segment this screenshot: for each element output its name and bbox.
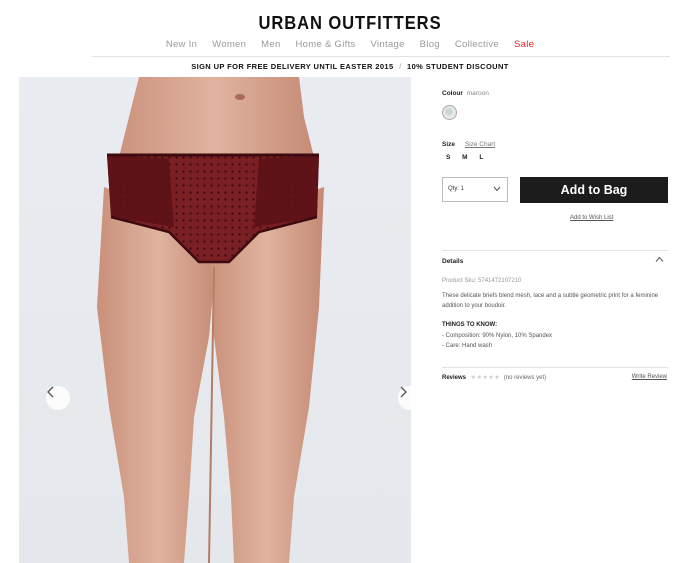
nav-divider <box>92 56 670 57</box>
nav-item-home-gifts[interactable]: Home & Gifts <box>296 39 356 50</box>
reviews-count: (no reviews yet) <box>503 375 547 381</box>
quantity-select[interactable]: Qty: 1 <box>442 177 508 202</box>
product-sku: Product Sku: 5741472107210 <box>442 278 522 284</box>
colour-value: maroon <box>466 90 489 97</box>
main-nav: New In Women Men Home & Gifts Vintage Bl… <box>0 39 700 50</box>
add-to-wishlist-link[interactable]: Add to Wish List <box>570 215 613 221</box>
write-review-link[interactable]: Write Review <box>632 374 667 380</box>
size-option-s[interactable]: S <box>446 154 450 161</box>
size-label: Size <box>442 141 456 148</box>
reviews-label: Reviews <box>442 375 467 381</box>
product-image[interactable] <box>19 77 411 563</box>
nav-item-sale[interactable]: Sale <box>514 39 534 50</box>
details-divider <box>442 250 668 251</box>
nav-item-collective[interactable]: Collective <box>455 39 499 50</box>
things-to-know-heading: THINGS TO KNOW: <box>442 322 498 328</box>
nav-item-blog[interactable]: Blog <box>420 39 440 50</box>
nav-item-vintage[interactable]: Vintage <box>371 39 405 50</box>
rating-stars-icon: ★★★★★ <box>470 375 501 381</box>
colour-swatch-maroon[interactable] <box>442 105 457 120</box>
site-logo[interactable]: URBAN OUTFITTERS <box>28 13 672 34</box>
nav-item-men[interactable]: Men <box>261 39 280 50</box>
nav-item-new-in[interactable]: New In <box>166 39 197 50</box>
product-panel: Colour maroon Size Size Chart S M L Qty:… <box>442 90 668 381</box>
chevron-right-icon <box>400 386 407 398</box>
prev-image-button[interactable] <box>46 386 70 410</box>
reviews-row: Reviews ★★★★★ (no reviews yet) Write Rev… <box>442 374 668 381</box>
size-chart-link[interactable]: Size Chart <box>465 141 495 148</box>
size-option-m[interactable]: M <box>462 154 467 161</box>
colour-row: Colour maroon <box>442 90 668 97</box>
quantity-value: Qty: 1 <box>448 186 465 192</box>
details-heading[interactable]: Details <box>442 258 463 265</box>
size-options: S M L <box>446 154 493 161</box>
product-description: These delicate briefs blend mesh, lace a… <box>442 293 659 309</box>
size-row: Size Size Chart <box>442 141 495 148</box>
add-to-bag-button[interactable]: Add to Bag <box>520 177 668 203</box>
colour-label: Colour <box>442 90 463 97</box>
size-option-l[interactable]: L <box>479 154 483 161</box>
chevron-up-icon[interactable] <box>655 256 664 263</box>
spec-care: - Care: Hand wash <box>442 343 493 349</box>
promo-delivery-text: SIGN UP FOR FREE DELIVERY UNTIL EASTER 2… <box>191 62 394 71</box>
nav-item-women[interactable]: Women <box>212 39 246 50</box>
promo-discount-text: 10% STUDENT DISCOUNT <box>407 62 509 71</box>
reviews-divider <box>442 367 668 368</box>
product-photo <box>97 77 324 563</box>
chevron-down-icon <box>493 186 501 192</box>
chevron-left-icon <box>47 386 54 398</box>
spec-composition: - Composition: 90% Nylon, 10% Spandex <box>442 333 553 339</box>
promo-banner[interactable]: SIGN UP FOR FREE DELIVERY UNTIL EASTER 2… <box>0 62 700 71</box>
promo-separator: / <box>399 62 402 71</box>
